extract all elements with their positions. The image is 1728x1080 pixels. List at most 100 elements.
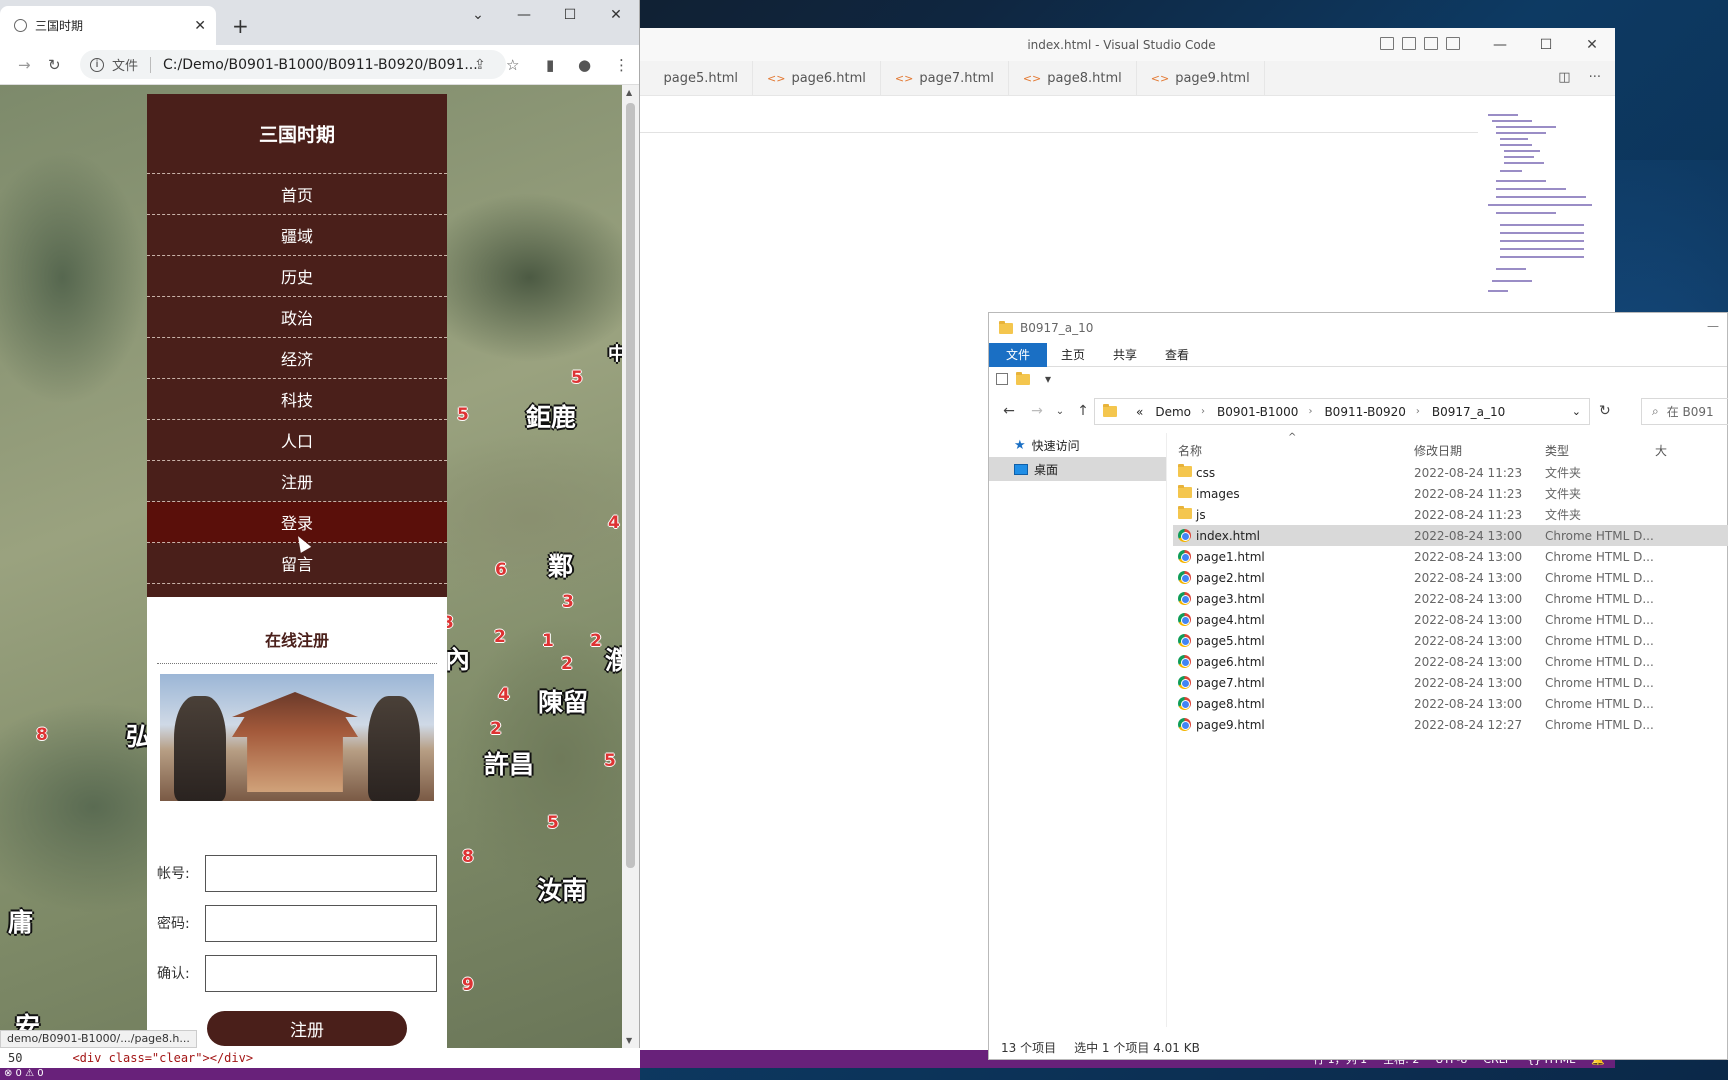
nav-link-politics[interactable]: 政治 bbox=[147, 297, 447, 338]
map-label: 鄴 bbox=[548, 552, 574, 581]
back-arrow-icon[interactable]: ← bbox=[997, 403, 1021, 419]
omnibox[interactable]: i 文件 C:/Demo/B0901-B1000/B0911-B0920/B09… bbox=[80, 50, 506, 79]
nav-link-economy[interactable]: 经济 bbox=[147, 338, 447, 379]
toggle-panel-icon[interactable] bbox=[1402, 37, 1416, 50]
editor-tab[interactable]: <> page6.html bbox=[753, 61, 881, 95]
breadcrumb-item[interactable]: B0911-B0920 bbox=[1324, 405, 1405, 419]
toggle-secondary-sidebar-icon[interactable] bbox=[1424, 37, 1438, 50]
breadcrumb-item[interactable]: Demo bbox=[1155, 405, 1191, 419]
file-row[interactable]: page3.html 2022-08-24 13:00 Chrome HTML D.… bbox=[1173, 588, 1728, 609]
ribbon-tab-home[interactable]: 主页 bbox=[1047, 343, 1099, 367]
overflow-chevron-icon[interactable]: « bbox=[1136, 405, 1143, 419]
nav-item-desktop[interactable]: 桌面 bbox=[989, 457, 1166, 481]
info-icon[interactable]: i bbox=[90, 57, 104, 72]
map-number: 4 bbox=[608, 513, 620, 533]
nav-link-territory[interactable]: 疆域 bbox=[147, 215, 447, 256]
minimize-button[interactable]: — bbox=[1707, 319, 1719, 333]
file-row[interactable]: css 2022-08-24 11:23 文件夹 bbox=[1173, 462, 1728, 483]
chevron-right-icon[interactable]: › bbox=[1201, 406, 1205, 417]
editor-tab[interactable]: <> page9.html bbox=[1137, 61, 1265, 95]
nav-link-technology[interactable]: 科技 bbox=[147, 379, 447, 420]
scroll-down-icon[interactable]: ▼ bbox=[626, 1036, 632, 1045]
problems-indicator[interactable]: ⊗ 0 ⚠ 0 bbox=[4, 1068, 44, 1079]
file-row[interactable]: page2.html 2022-08-24 13:00 Chrome HTML D.… bbox=[1173, 567, 1728, 588]
file-row[interactable]: page5.html 2022-08-24 13:00 Chrome HTML D.… bbox=[1173, 630, 1728, 651]
nav-link-register[interactable]: 注册 bbox=[147, 461, 447, 502]
file-row[interactable]: js 2022-08-24 11:23 文件夹 bbox=[1173, 504, 1728, 525]
file-row[interactable]: page9.html 2022-08-24 12:27 Chrome HTML D.… bbox=[1173, 714, 1728, 735]
file-row[interactable]: index.html 2022-08-24 13:00 Chrome HTML D.… bbox=[1173, 525, 1728, 546]
refresh-icon[interactable]: ↻ bbox=[1599, 403, 1611, 419]
nav-item-quick-access[interactable]: ★ 快速访问 bbox=[989, 433, 1166, 457]
column-header-size[interactable]: 大 bbox=[1655, 442, 1667, 459]
scroll-up-icon[interactable]: ▲ bbox=[626, 88, 632, 97]
ribbon-tab-file[interactable]: 文件 bbox=[989, 342, 1048, 367]
customize-toolbar-icon[interactable]: ▾ bbox=[1045, 372, 1051, 386]
file-row[interactable]: page1.html 2022-08-24 13:00 Chrome HTML D.… bbox=[1173, 546, 1728, 567]
customize-layout-icon[interactable] bbox=[1446, 37, 1460, 50]
nav-link-population[interactable]: 人口 bbox=[147, 420, 447, 461]
nav-link-message[interactable]: 留言 bbox=[147, 543, 447, 584]
item-count: 13 个项目 bbox=[1001, 1040, 1057, 1055]
file-row[interactable]: images 2022-08-24 11:23 文件夹 bbox=[1173, 483, 1728, 504]
close-button[interactable]: ✕ bbox=[593, 0, 639, 30]
tab-search-icon[interactable]: ⌄ bbox=[455, 0, 501, 30]
palace-shape bbox=[232, 692, 358, 792]
password-input[interactable] bbox=[205, 905, 437, 942]
file-row[interactable]: page8.html 2022-08-24 13:00 Chrome HTML D.… bbox=[1173, 693, 1728, 714]
close-button[interactable]: ✕ bbox=[1569, 28, 1615, 61]
column-header-date[interactable]: 修改日期 bbox=[1414, 442, 1462, 459]
side-panel-icon[interactable]: ▮ bbox=[546, 56, 554, 74]
minimap[interactable] bbox=[1488, 114, 1600, 299]
new-tab-icon[interactable]: + bbox=[232, 14, 249, 38]
recent-locations-icon[interactable]: ⌄ bbox=[1053, 406, 1067, 417]
breadcrumb-item[interactable]: B0901-B1000 bbox=[1217, 405, 1298, 419]
ribbon-tab-view[interactable]: 查看 bbox=[1151, 343, 1203, 367]
register-submit-button[interactable]: 注册 bbox=[207, 1011, 407, 1046]
nav-link-history[interactable]: 历史 bbox=[147, 256, 447, 297]
share-icon[interactable]: ⇪ bbox=[474, 57, 486, 73]
file-date: 2022-08-24 11:23 bbox=[1414, 507, 1523, 522]
file-row[interactable]: page7.html 2022-08-24 13:00 Chrome HTML D.… bbox=[1173, 672, 1728, 693]
search-box[interactable]: ⌕ 在 B091 bbox=[1641, 398, 1728, 425]
profile-avatar-icon[interactable]: ● bbox=[578, 56, 591, 74]
forward-arrow-icon[interactable]: → bbox=[1025, 403, 1049, 419]
split-editor-icon[interactable]: ◫ bbox=[1558, 70, 1570, 85]
chevron-right-icon[interactable]: › bbox=[1416, 406, 1420, 417]
bookmark-star-icon[interactable]: ☆ bbox=[506, 56, 519, 74]
guardian-lion-right bbox=[368, 696, 420, 801]
chevron-right-icon[interactable]: › bbox=[1308, 406, 1312, 417]
reload-icon[interactable]: ↻ bbox=[48, 56, 61, 74]
maximize-button[interactable]: ☐ bbox=[547, 0, 593, 30]
nav-link-home[interactable]: 首页 bbox=[147, 174, 447, 215]
address-dropdown-icon[interactable]: ⌄ bbox=[1572, 405, 1581, 418]
up-arrow-icon[interactable]: ↑ bbox=[1071, 403, 1095, 419]
properties-icon[interactable] bbox=[996, 373, 1008, 385]
forward-arrow-icon[interactable]: → bbox=[18, 56, 31, 74]
scrollbar-thumb[interactable] bbox=[626, 103, 635, 868]
account-input[interactable] bbox=[205, 855, 437, 892]
toggle-primary-sidebar-icon[interactable] bbox=[1380, 37, 1394, 50]
browser-tab[interactable]: 三国时期 ✕ bbox=[0, 6, 216, 45]
menu-kebab-icon[interactable]: ⋮ bbox=[614, 56, 629, 74]
ribbon-tab-share[interactable]: 共享 bbox=[1099, 343, 1151, 367]
minimize-button[interactable]: — bbox=[1477, 28, 1523, 61]
file-row[interactable]: page6.html 2022-08-24 13:00 Chrome HTML D.… bbox=[1173, 651, 1728, 672]
editor-tab[interactable]: <> page7.html bbox=[881, 61, 1009, 95]
column-header-name[interactable]: 名称 bbox=[1178, 442, 1202, 459]
breadcrumb-item[interactable]: B0917_a_10 bbox=[1432, 405, 1505, 419]
column-header-type[interactable]: 类型 bbox=[1545, 442, 1569, 459]
minimize-button[interactable]: — bbox=[501, 0, 547, 30]
confirm-password-input[interactable] bbox=[205, 955, 437, 992]
address-bar[interactable]: « Demo › B0901-B1000 › B0911-B0920 › B0917_… bbox=[1094, 398, 1590, 425]
file-row[interactable]: page4.html 2022-08-24 13:00 Chrome HTML D.… bbox=[1173, 609, 1728, 630]
close-tab-icon[interactable]: ✕ bbox=[194, 18, 206, 34]
editor-tab[interactable]: page5.html bbox=[628, 61, 753, 95]
code-text[interactable]: <div class="clear"></div> bbox=[72, 1051, 253, 1065]
page-scrollbar[interactable]: ▲ ▼ bbox=[622, 85, 639, 1048]
more-actions-icon[interactable]: ··· bbox=[1589, 70, 1601, 85]
new-folder-icon[interactable] bbox=[1016, 371, 1030, 385]
maximize-button[interactable]: ☐ bbox=[1523, 28, 1569, 61]
selection-info: 选中 1 个项目 4.01 KB bbox=[1074, 1040, 1200, 1055]
editor-tab[interactable]: <> page8.html bbox=[1009, 61, 1137, 95]
